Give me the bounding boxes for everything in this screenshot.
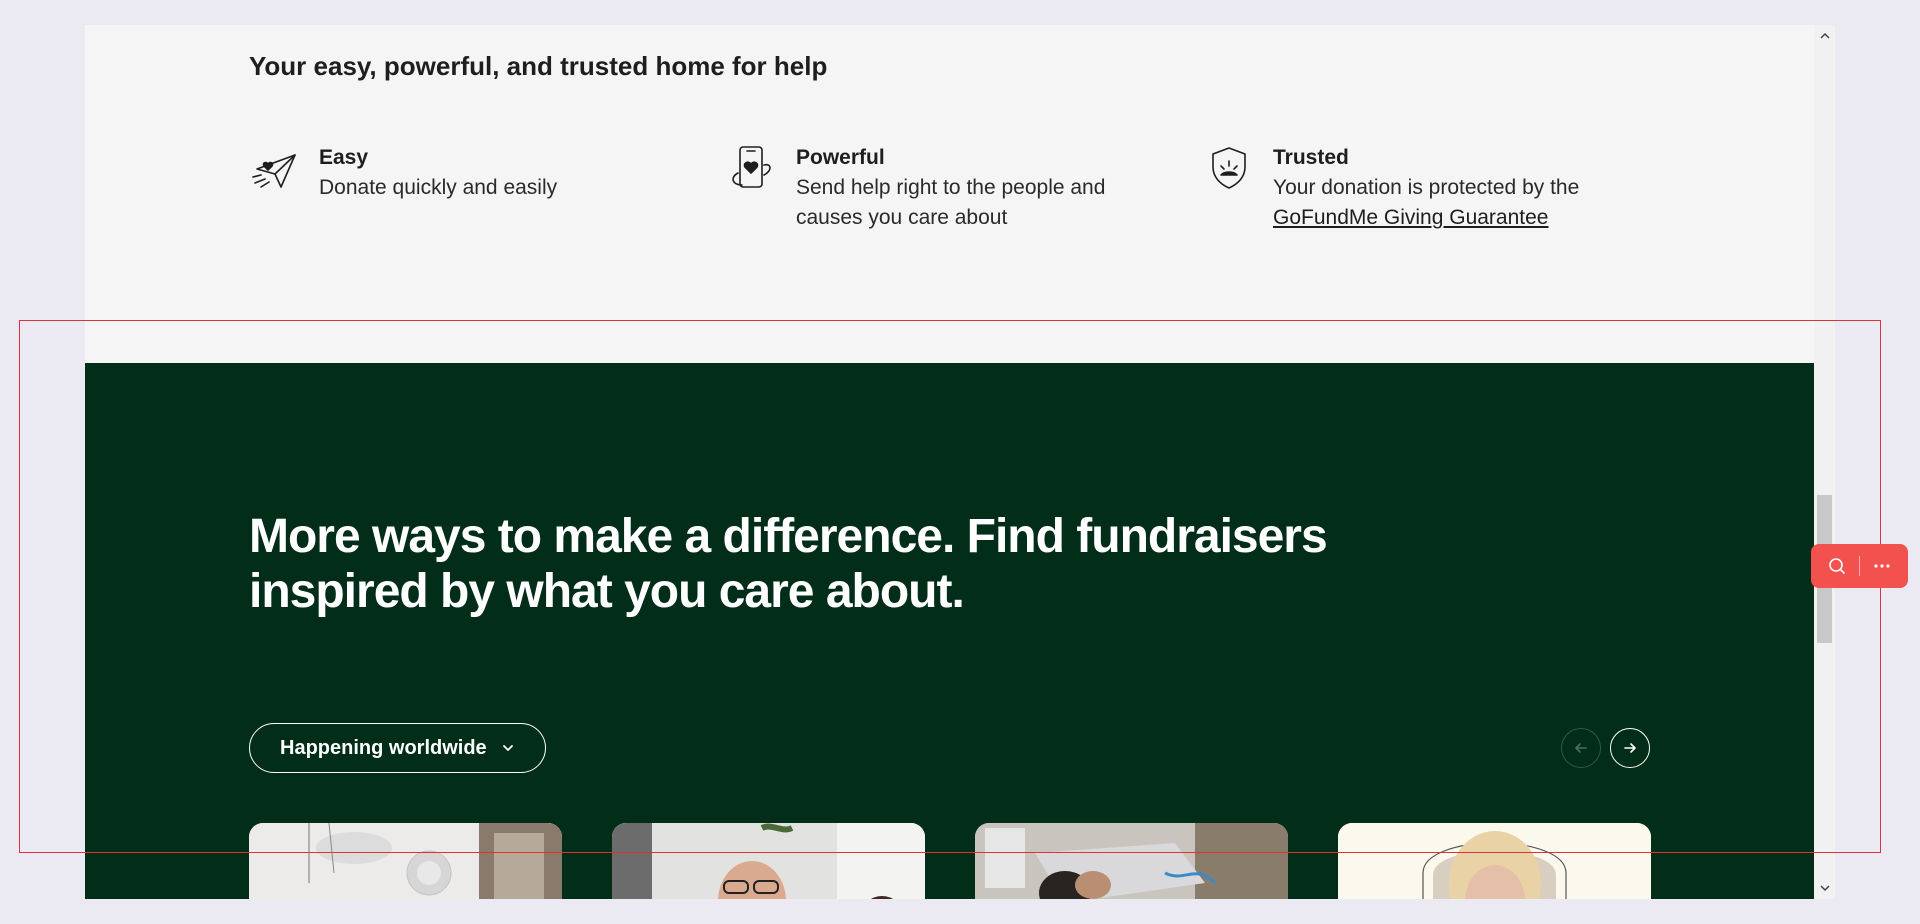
fundraiser-card-2[interactable] [612, 823, 925, 899]
giving-guarantee-link[interactable]: GoFundMe Giving Guarantee [1273, 206, 1548, 229]
toolbar-more-button[interactable] [1865, 549, 1899, 583]
scroll-up-arrow[interactable] [1814, 27, 1835, 45]
feature-trusted-description: Your donation is protected by the [1273, 176, 1580, 199]
region-filter-label: Happening worldwide [280, 736, 487, 759]
feature-easy-title: Easy [319, 146, 369, 169]
patient-in-hospital-bed-photo [975, 823, 1288, 899]
phone-heart-icon [732, 146, 771, 188]
region-filter-dropdown[interactable]: Happening worldwide [249, 723, 546, 773]
carousel-prev-button[interactable] [1561, 728, 1601, 768]
feature-powerful: Powerful Send help right to the people a… [726, 143, 1105, 233]
page-content: Your easy, powerful, and trusted home fo… [85, 25, 1835, 899]
feature-easy-description: Donate quickly and easily [319, 176, 558, 199]
fundraiser-card-3[interactable] [975, 823, 1288, 899]
search-icon [1828, 558, 1845, 574]
feature-easy: Easy Donate quickly and easily [249, 143, 557, 203]
smiling-man-photo [612, 823, 925, 899]
scroll-down-arrow[interactable] [1814, 879, 1835, 897]
arrow-left-icon [1575, 743, 1587, 753]
feature-trusted: Trusted Your donation is protected by th… [1203, 143, 1579, 233]
chevron-down-icon [502, 745, 513, 751]
fundraiser-card-1[interactable] [249, 823, 562, 899]
promo-section: More ways to make a difference. Find fun… [85, 363, 1814, 899]
feature-trusted-title: Trusted [1273, 146, 1349, 169]
toolbar-search-button[interactable] [1820, 549, 1854, 583]
toolbar-divider [1858, 556, 1860, 576]
arrow-right-icon [1624, 743, 1636, 753]
woman-portrait-photo [1338, 823, 1651, 899]
feature-powerful-description-line2: causes you care about [796, 206, 1008, 229]
trust-section-heading: Your easy, powerful, and trusted home fo… [249, 51, 828, 81]
more-options-icon [1874, 564, 1890, 568]
fundraiser-card-4[interactable] [1338, 823, 1651, 899]
shield-icon [1212, 147, 1246, 189]
floating-toolbar [1811, 544, 1908, 588]
paper-plane-heart-icon [252, 154, 296, 188]
feature-powerful-description-line1: Send help right to the people and [796, 176, 1106, 199]
hospital-room-photo [249, 823, 562, 899]
page-scrollbar[interactable] [1814, 25, 1835, 899]
feature-powerful-title: Powerful [796, 146, 885, 169]
carousel-next-button[interactable] [1610, 728, 1650, 768]
chevron-up-icon [1819, 32, 1830, 39]
chevron-down-icon [1819, 885, 1830, 892]
promo-heading: More ways to make a difference. Find fun… [249, 510, 1328, 618]
